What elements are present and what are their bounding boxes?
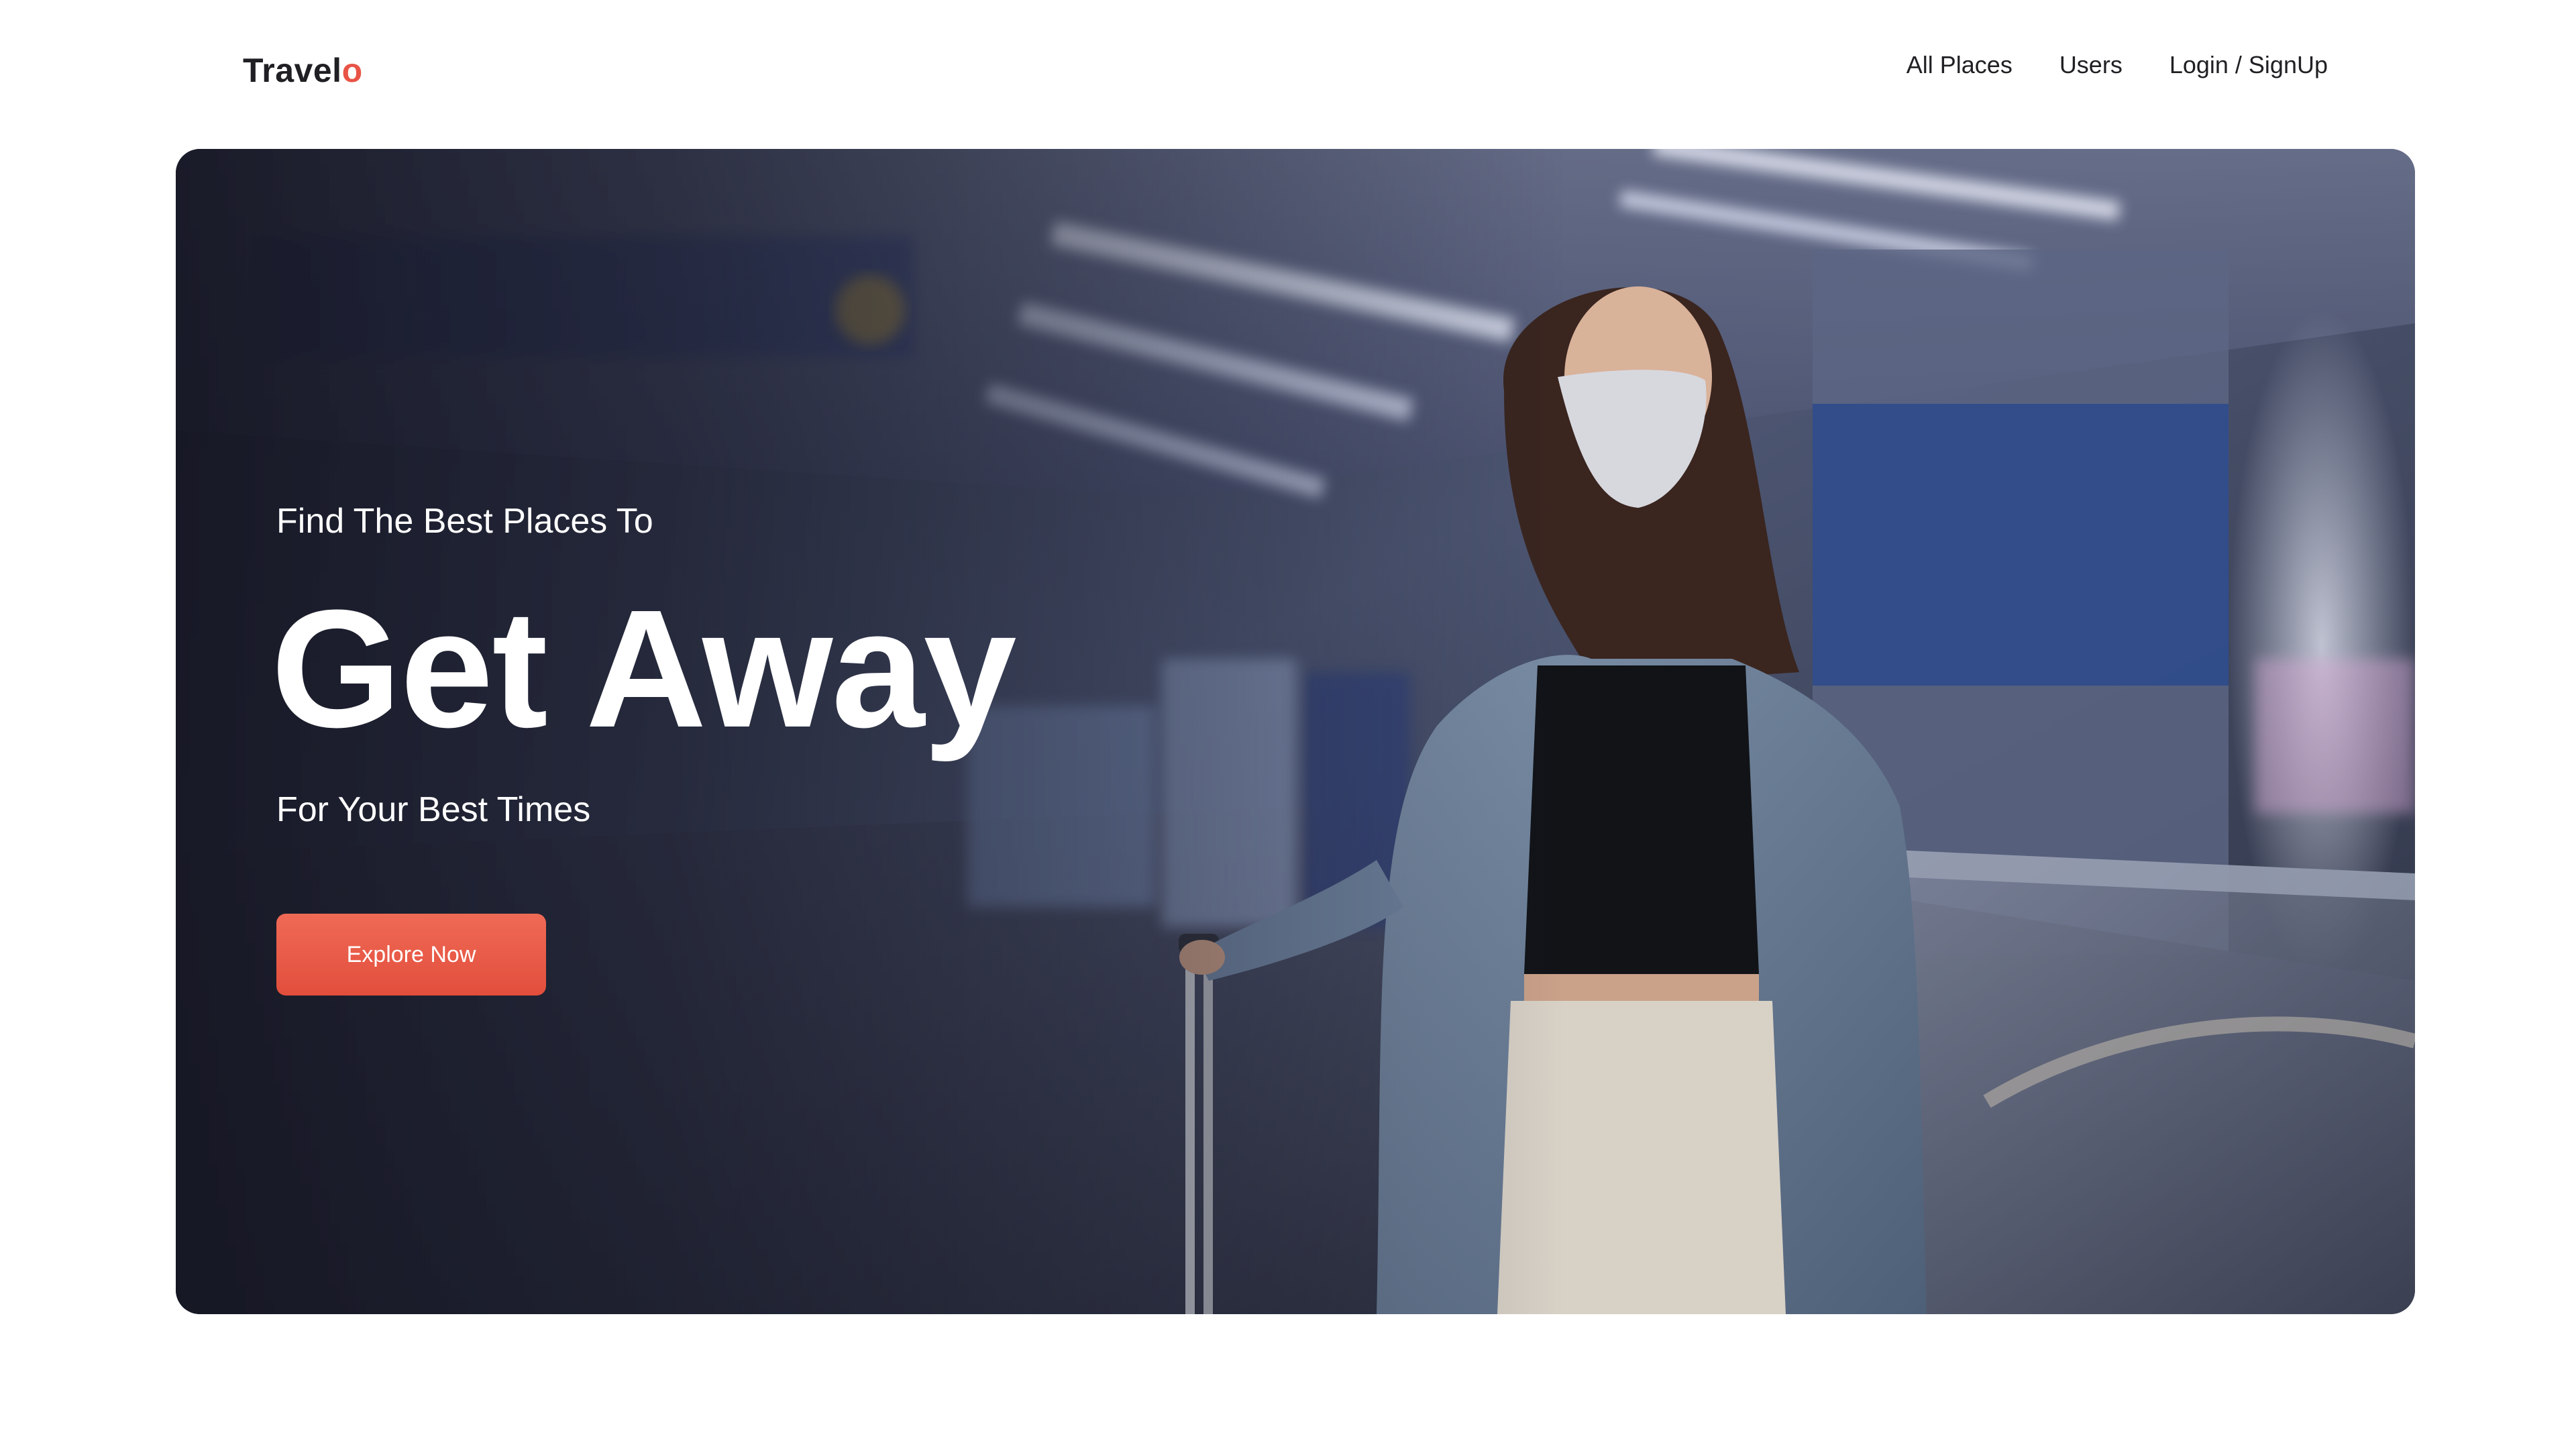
explore-now-button[interactable]: Explore Now: [276, 914, 546, 996]
brand-logo[interactable]: Travelo: [243, 47, 363, 94]
hero-subline: For Your Best Times: [276, 790, 591, 829]
brand-name: Travel: [243, 52, 342, 89]
hero-banner: Find The Best Places To Get Away For You…: [176, 149, 2415, 1314]
nav-link-all-places[interactable]: All Places: [1907, 48, 2012, 82]
nav-links: All Places Users Login / SignUp: [1907, 48, 2328, 82]
hero-content: Find The Best Places To Get Away For You…: [271, 149, 1283, 1314]
hero-headline: Get Away: [271, 575, 1016, 762]
top-navigation: Travelo All Places Users Login / SignUp: [0, 0, 2576, 141]
hero-kicker: Find The Best Places To: [276, 502, 653, 541]
nav-link-users[interactable]: Users: [2059, 48, 2123, 82]
brand-name-accent: o: [341, 52, 363, 89]
nav-link-login-signup[interactable]: Login / SignUp: [2169, 48, 2328, 82]
